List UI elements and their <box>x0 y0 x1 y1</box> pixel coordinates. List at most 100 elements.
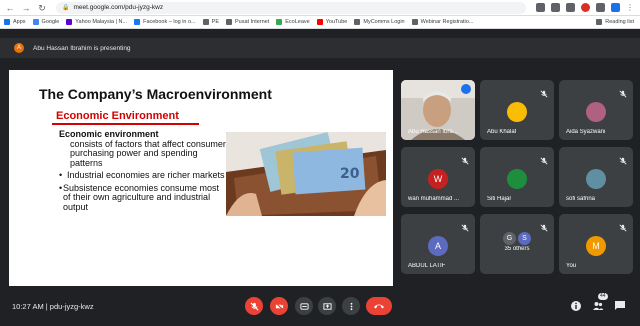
bookmark-icon <box>134 19 141 25</box>
bookmark-label: Facebook – log in o... <box>143 19 196 25</box>
participant-name: ABDUL LATIF <box>408 263 446 269</box>
mic-off-icon <box>540 152 548 165</box>
back-icon[interactable]: ← <box>4 2 16 14</box>
leave-call-button[interactable] <box>366 297 392 315</box>
slide-heading-detail: consists of factors that affect consumer… <box>70 138 226 168</box>
bottom-bar: 10:27 AM | pdu-jyzg-kwz 44 <box>0 290 640 326</box>
camera-off-button[interactable] <box>270 297 288 315</box>
bookmark-item[interactable]: Facebook – log in o... <box>134 19 196 25</box>
mic-off-button[interactable] <box>245 297 263 315</box>
chat-icon[interactable] <box>614 300 626 312</box>
mic-off-icon <box>540 85 548 98</box>
mic-off-icon <box>619 152 627 165</box>
reading-list[interactable]: Reading list <box>596 19 634 25</box>
participant-photo <box>507 169 527 189</box>
people-icon[interactable] <box>592 300 604 312</box>
participant-name: sofi safrina <box>566 196 596 202</box>
bookmark-item[interactable]: Yahoo Malaysia | N... <box>66 19 127 25</box>
bookmark-item[interactable]: MyComms Login <box>354 19 405 25</box>
participant-photo <box>507 102 527 122</box>
mic-off-icon <box>461 152 469 165</box>
bookmark-item[interactable]: Apps <box>4 19 26 25</box>
participant-avatar: A <box>428 236 448 256</box>
reading-list-label: Reading list <box>605 19 634 25</box>
bookmark-item[interactable]: YouTube <box>316 19 348 25</box>
bookmark-icon <box>354 19 361 25</box>
bullet-dot: • <box>59 170 63 180</box>
bookmark-label: Pusat Internet <box>235 19 270 25</box>
bookmark-label: MyComms Login <box>363 19 405 25</box>
subtitle-underline <box>52 123 199 125</box>
puzzle-icon[interactable] <box>596 3 605 12</box>
mic-off-icon <box>619 219 627 232</box>
bookmark-item[interactable]: Webinar Registratio... <box>411 19 473 25</box>
camera-icon[interactable] <box>536 3 545 12</box>
participant-tile[interactable]: Abu Hassan Ibra... <box>401 80 475 140</box>
bookmark-item[interactable]: Google <box>32 19 59 25</box>
mic-off-icon <box>540 219 548 232</box>
participant-tile[interactable]: M You <box>559 214 633 274</box>
hang-up-icon <box>374 304 384 309</box>
participant-name: You <box>566 263 577 269</box>
reload-icon[interactable]: ↻ <box>36 2 48 14</box>
svg-text:20: 20 <box>340 166 360 182</box>
slide-subtitle: Economic Environment <box>56 110 179 122</box>
mic-off-icon <box>461 219 469 232</box>
bookmark-item[interactable]: PE <box>202 19 220 25</box>
url-text: meet.google.com/pdu-jyzg-kwz <box>73 4 164 11</box>
forward-icon[interactable]: → <box>20 2 32 14</box>
participant-tile[interactable]: Abu Khalaf <box>480 80 554 140</box>
participant-tile[interactable]: Aida Syazwani <box>559 80 633 140</box>
presenter-avatar: A <box>14 43 24 53</box>
mic-off-icon <box>619 85 627 98</box>
star-icon[interactable] <box>566 3 575 12</box>
bookmark-item[interactable]: Pusat Internet <box>226 19 269 25</box>
presenting-text: Abu Hassan Ibrahim is presenting <box>33 44 131 52</box>
participant-count-badge: 44 <box>598 293 608 300</box>
participant-tile[interactable]: G S 35 others <box>480 214 554 274</box>
slide-title: The Company’s Macroenvironment <box>39 86 272 102</box>
menu-icon[interactable]: ⋮ <box>626 3 634 12</box>
bookmark-label: Yahoo Malaysia | N... <box>75 19 128 25</box>
bookmark-label: PE <box>211 19 220 25</box>
participant-tile[interactable]: A ABDUL LATIF <box>401 214 475 274</box>
present-icon <box>322 302 332 310</box>
captions-button[interactable] <box>295 297 313 315</box>
bookmark-icon <box>66 19 73 25</box>
extension-red-icon[interactable] <box>581 3 590 12</box>
present-button[interactable] <box>318 297 336 315</box>
bookmark-label: YouTube <box>325 19 348 25</box>
group-avatar-1: G <box>503 232 516 245</box>
profile-icon[interactable] <box>611 3 620 12</box>
participant-tile[interactable]: Wwan muhammad ... <box>401 147 475 207</box>
presenting-banner: A Abu Hassan Ibrahim is presenting <box>0 38 640 58</box>
speaking-indicator-icon <box>461 84 471 94</box>
share-icon[interactable] <box>551 3 560 12</box>
bookmark-icon <box>316 19 323 25</box>
bookmark-item[interactable]: EcoLeave <box>276 19 310 25</box>
meeting-time-code: 10:27 AM | pdu-jyzg-kwz <box>12 302 94 311</box>
participant-name: 35 others <box>504 246 530 252</box>
participant-photo <box>586 169 606 189</box>
more-options-button[interactable] <box>342 297 360 315</box>
browser-toolbar: ← → ↻ 🔒 meet.google.com/pdu-jyzg-kwz ⋮ <box>0 0 640 16</box>
shared-slide: The Company’s Macroenvironment Economic … <box>9 70 393 286</box>
bullet-text: Industrial economies are richer markets <box>67 170 225 180</box>
bookmark-label: EcoLeave <box>285 19 310 25</box>
reading-list-icon <box>596 19 603 25</box>
bookmark-icon <box>411 19 418 25</box>
group-avatar-2: S <box>518 232 531 245</box>
participant-avatar: M <box>586 236 606 256</box>
participant-tile[interactable]: Siti Hajar <box>480 147 554 207</box>
participant-photo <box>586 102 606 122</box>
camera-off-icon <box>274 301 284 311</box>
extension-area: ⋮ <box>536 3 634 12</box>
bookmark-icon <box>4 19 10 25</box>
info-icon[interactable] <box>570 300 582 312</box>
participant-name: Abu Khalaf <box>487 129 517 135</box>
participant-tile[interactable]: sofi safrina <box>559 147 633 207</box>
slide-body: Economic environment consists of factors… <box>59 129 229 212</box>
bookmark-icon <box>276 19 283 25</box>
bullet-text: Subsistence economies consume most of th… <box>62 182 220 212</box>
address-bar[interactable]: 🔒 meet.google.com/pdu-jyzg-kwz <box>56 1 526 14</box>
